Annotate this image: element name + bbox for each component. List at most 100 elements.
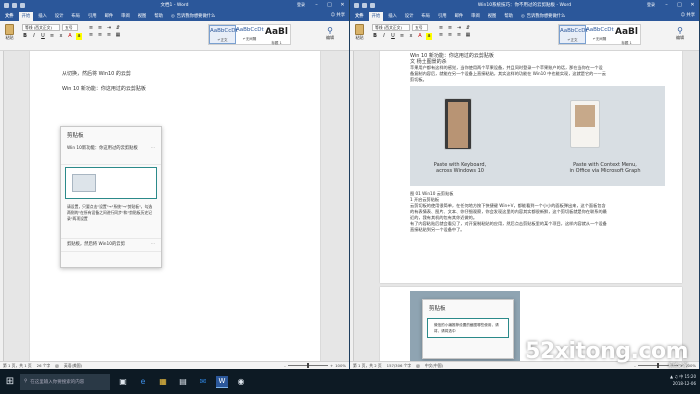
volume-icon[interactable]: ♫ <box>674 374 678 379</box>
font-name-select[interactable]: 等线 (西文正文) <box>372 24 410 31</box>
sort-icon[interactable]: ⇵ <box>465 25 471 32</box>
highlight-button[interactable]: a <box>426 33 432 40</box>
indent-icon[interactable]: ⇥ <box>456 25 462 32</box>
highlight-button[interactable]: a <box>76 33 82 40</box>
document-page[interactable]: 从切换，然后将 Win10 的云剪 Win 10 新功能：你这用过的云剪贴板 剪… <box>30 51 320 361</box>
font-size-select[interactable]: 五号 <box>62 24 78 31</box>
shading-icon[interactable]: ▦ <box>115 32 121 39</box>
network-icon[interactable]: ▲ <box>670 374 673 379</box>
tell-me-box[interactable]: ◎ 告诉我你想要做什么 <box>518 12 568 21</box>
undo-icon[interactable] <box>362 2 367 8</box>
file-explorer-icon[interactable]: ▦ <box>156 375 170 389</box>
maximize-icon[interactable]: □ <box>673 0 686 10</box>
align-center-icon[interactable]: ≡ <box>97 32 103 39</box>
font-color-button[interactable]: A <box>417 33 423 40</box>
tab-mailings[interactable]: 邮件 <box>102 12 117 21</box>
minimize-icon[interactable]: – <box>660 0 673 10</box>
clock-date[interactable]: 2018-12-06 <box>670 380 696 387</box>
input-language[interactable]: 中 <box>679 374 683 379</box>
bold-button[interactable]: B <box>22 33 28 40</box>
style-no-spacing[interactable]: AaBbCcDt ↵无间隔 <box>586 25 614 44</box>
word-icon[interactable]: W <box>216 375 228 388</box>
tab-help[interactable]: 帮助 <box>501 12 516 21</box>
signin-link[interactable]: 登录 <box>297 0 305 10</box>
page-count[interactable]: 第 1 页，共 1 页 <box>3 363 32 369</box>
tab-file[interactable]: 文件 <box>352 12 367 21</box>
align-left-icon[interactable]: ≡ <box>438 32 444 39</box>
paste-button[interactable]: 粘贴 <box>353 24 366 46</box>
tab-view[interactable]: 视图 <box>485 12 500 21</box>
align-left-icon[interactable]: ≡ <box>88 32 94 39</box>
tab-file[interactable]: 文件 <box>2 12 17 21</box>
zoom-level[interactable]: 100% <box>335 363 346 368</box>
mail-icon[interactable]: ✉ <box>196 375 210 389</box>
numbering-icon[interactable]: ≡ <box>447 25 453 32</box>
underline-button[interactable]: U <box>390 33 396 40</box>
editing-button[interactable]: ⚲ 编辑 <box>326 26 334 41</box>
figure-image[interactable]: Paste with Keyboard, across Windows 10 P… <box>410 86 665 186</box>
tab-insert[interactable]: 插入 <box>385 12 400 21</box>
signin-link[interactable]: 登录 <box>647 0 655 10</box>
language-indicator[interactable]: 英语(美国) <box>64 363 82 369</box>
save-icon[interactable] <box>354 2 359 8</box>
align-right-icon[interactable]: ≡ <box>106 32 112 39</box>
share-button[interactable]: ☺ 共享 <box>331 11 345 20</box>
font-size-select[interactable]: 五号 <box>412 24 428 31</box>
tab-home[interactable]: 开始 <box>368 12 384 21</box>
style-normal[interactable]: AaBbCcDt ↵正文 <box>559 25 588 44</box>
tab-references[interactable]: 引用 <box>435 12 450 21</box>
tab-review[interactable]: 审阅 <box>118 12 133 21</box>
font-color-button[interactable]: A <box>67 33 73 40</box>
minimize-icon[interactable]: – <box>310 0 323 10</box>
task-view-icon[interactable]: ▣ <box>116 375 130 389</box>
tab-mailings[interactable]: 邮件 <box>452 12 467 21</box>
clipboard-item[interactable]: ··· Win 10新功能：你这用过的云剪贴板 <box>61 143 161 165</box>
indent-icon[interactable]: ⇥ <box>106 25 112 32</box>
more-icon[interactable]: ··· <box>151 146 155 152</box>
close-icon[interactable]: ✕ <box>336 0 349 10</box>
close-icon[interactable]: ✕ <box>686 0 699 10</box>
document-page[interactable]: Win 10 新功能：你这用过的云剪贴板 文 杨土图景的杀 苹果用户都有这样的感… <box>380 51 682 283</box>
zoom-out-button[interactable]: – <box>284 363 286 368</box>
align-center-icon[interactable]: ≡ <box>447 32 453 39</box>
style-heading-1[interactable]: AaBl 标题 1 <box>613 25 640 45</box>
clipboard-item-image[interactable] <box>65 167 157 199</box>
windows-start-icon[interactable]: ⊞ <box>3 375 17 389</box>
clipboard-item[interactable]: 请设置，只要点击"设置"→"系统"→"剪贴板"，勾选两侧的"在所有设备之间进行同… <box>61 201 161 239</box>
tab-review[interactable]: 审阅 <box>468 12 483 21</box>
editing-button[interactable]: ⚲ 编辑 <box>676 26 684 41</box>
subscript-button[interactable]: x <box>58 33 64 40</box>
tab-layout[interactable]: 布局 <box>68 12 83 21</box>
italic-button[interactable]: I <box>31 33 37 40</box>
align-right-icon[interactable]: ≡ <box>456 32 462 39</box>
tab-design[interactable]: 设计 <box>52 12 67 21</box>
tab-view[interactable]: 视图 <box>135 12 150 21</box>
figure-image-2[interactable]: 剪贴板 微信的小编推荐设置的截图哪些使用，请将，请将选中 <box>410 291 520 361</box>
proofing-icon[interactable]: ▧ <box>416 363 420 368</box>
strikethrough-button[interactable]: ≡ <box>399 33 405 40</box>
tab-references[interactable]: 引用 <box>85 12 100 21</box>
word-count[interactable]: 157/306 个字 <box>387 363 412 369</box>
subscript-button[interactable]: x <box>408 33 414 40</box>
proofing-icon[interactable]: ▧ <box>55 363 59 368</box>
taskbar-search[interactable]: ⚲ 在这里输入你要搜索的内容 <box>20 373 110 390</box>
store-icon[interactable]: ▤ <box>176 375 190 389</box>
clipboard-item[interactable]: ··· 剪贴板，然后将 Win10的云剪 <box>61 239 161 252</box>
zoom-thumb[interactable] <box>306 363 309 368</box>
title-bar[interactable]: Win10系统技巧：你不用过的云剪贴板 - Word 登录 – □ ✕ <box>350 0 699 10</box>
numbering-icon[interactable]: ≡ <box>97 25 103 32</box>
save-icon[interactable] <box>4 2 9 8</box>
maximize-icon[interactable]: □ <box>323 0 336 10</box>
tab-layout[interactable]: 布局 <box>418 12 433 21</box>
style-heading-1[interactable]: AaBl 标题 1 <box>263 25 290 45</box>
system-tray[interactable]: ▲ ♫ 中 15:20 2018-12-06 <box>670 373 696 387</box>
zoom-in-button[interactable]: + <box>330 363 333 368</box>
style-no-spacing[interactable]: AaBbCcDt ↵无间隔 <box>236 25 264 44</box>
font-name-select[interactable]: 等线 (西文正文) <box>22 24 60 31</box>
shading-icon[interactable]: ▦ <box>465 32 471 39</box>
tab-design[interactable]: 设计 <box>402 12 417 21</box>
edge-icon[interactable]: e <box>136 375 150 389</box>
clock-time[interactable]: 15:20 <box>684 374 696 379</box>
clipboard-item[interactable]: 微信的小编推荐设置的截图哪些使用，请将，请将选中 <box>427 318 509 338</box>
paste-button[interactable]: 粘贴 <box>3 24 16 46</box>
